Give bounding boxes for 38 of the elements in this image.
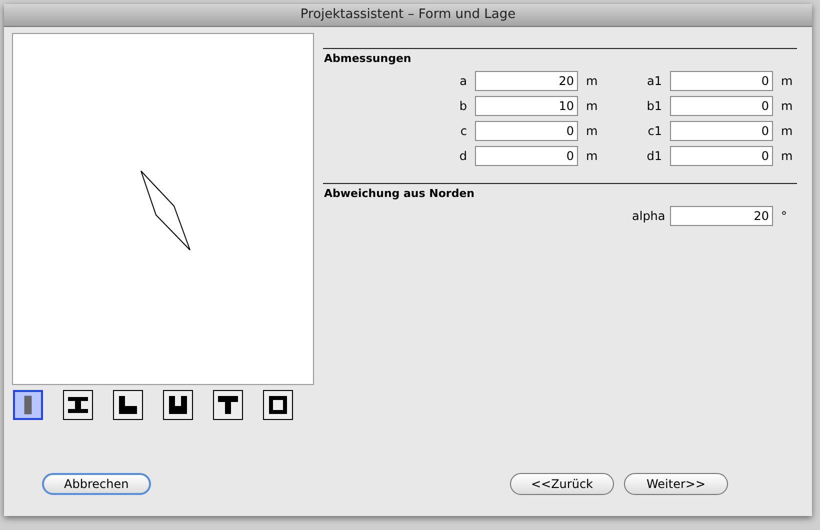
unit-label: m: [586, 123, 599, 140]
unit-label: m: [586, 98, 599, 115]
input-field[interactable]: 0: [670, 121, 773, 141]
input-field[interactable]: 0: [475, 146, 578, 166]
field-label: b1: [646, 98, 662, 115]
field-label: alpha: [632, 208, 662, 225]
next-button[interactable]: Weiter>>: [624, 473, 728, 495]
field-label: c1: [646, 123, 662, 140]
unit-label: m: [781, 98, 794, 115]
field-label: a1: [646, 73, 662, 90]
field-label: a: [458, 73, 467, 90]
field-label: b: [458, 98, 467, 115]
unit-label: °: [781, 208, 788, 225]
unit-label: m: [781, 123, 794, 140]
input-field[interactable]: 0: [670, 96, 773, 116]
unit-label: m: [781, 73, 794, 90]
input-field[interactable]: 10: [475, 96, 578, 116]
shape-button[interactable]: [113, 390, 143, 420]
unit-label: m: [586, 148, 599, 165]
section-heading: Abmessungen: [324, 52, 412, 65]
shape-button[interactable]: [213, 390, 243, 420]
back-button[interactable]: <<Zurück: [510, 473, 614, 495]
input-field[interactable]: 0: [670, 146, 773, 166]
input-field[interactable]: 0: [670, 71, 773, 91]
field-label: d: [458, 148, 467, 165]
window-title: Projektassistent – Form und Lage: [4, 4, 812, 27]
shape-button[interactable]: [263, 390, 293, 420]
input-field[interactable]: 0: [475, 121, 578, 141]
shape-button[interactable]: [63, 390, 93, 420]
field-label: c: [459, 123, 467, 140]
unit-label: m: [586, 73, 599, 90]
unit-label: m: [781, 148, 794, 165]
cancel-button[interactable]: Abbrechen: [42, 473, 151, 495]
input-field[interactable]: 20: [475, 71, 578, 91]
field-label: d1: [646, 148, 662, 165]
shape-button[interactable]: [163, 390, 193, 420]
input-field[interactable]: 20: [670, 206, 773, 226]
section-heading: Abweichung aus Norden: [324, 187, 476, 200]
